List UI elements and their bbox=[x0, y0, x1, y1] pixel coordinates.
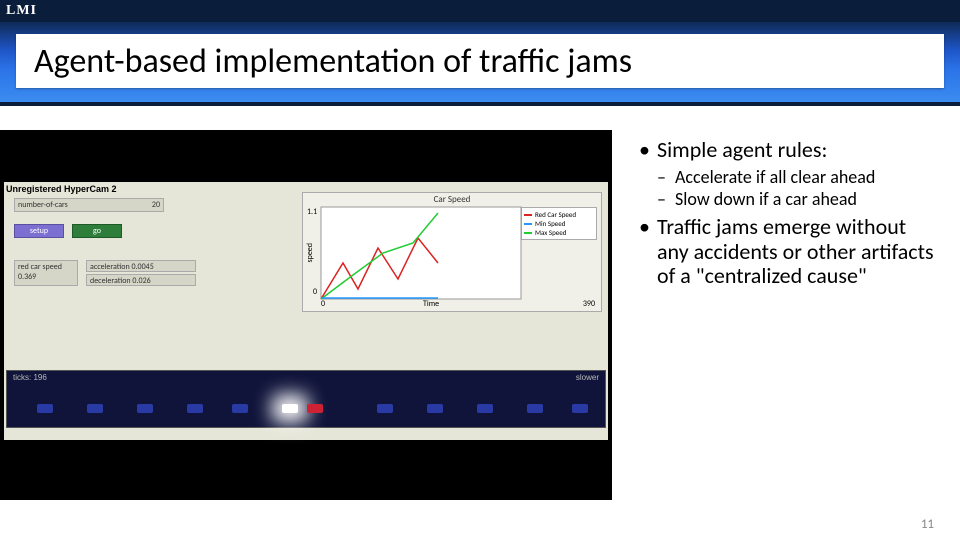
ticks-label: ticks: 196 bbox=[13, 373, 47, 382]
car-icon bbox=[427, 404, 443, 413]
car-icon bbox=[307, 404, 323, 413]
red-speed-value: 0.369 bbox=[18, 272, 74, 282]
num-cars-slider[interactable]: number-of-cars 20 bbox=[14, 198, 164, 212]
watermark-label: Unregistered HyperCam 2 bbox=[6, 184, 117, 194]
setup-button[interactable]: setup bbox=[14, 224, 64, 238]
bullet-item: Simple agent rules: Accelerate if all cl… bbox=[637, 138, 936, 209]
go-button[interactable]: go bbox=[72, 224, 122, 238]
slower-label: slower bbox=[576, 373, 599, 382]
bullet-text: Traffic jams emerge without any accident… bbox=[657, 213, 934, 289]
brand-label: LMI bbox=[6, 3, 37, 19]
car-icon bbox=[572, 404, 588, 413]
sub-item: Slow down if a car ahead bbox=[657, 189, 936, 209]
body-area: Unregistered HyperCam 2 number-of-cars 2… bbox=[0, 130, 960, 540]
red-speed-monitor: red car speed 0.369 bbox=[14, 260, 78, 286]
car-icon bbox=[477, 404, 493, 413]
brand-bar: LMI bbox=[0, 0, 960, 22]
slide-title: Agent-based implementation of traffic ja… bbox=[34, 41, 632, 82]
media-column: Unregistered HyperCam 2 number-of-cars 2… bbox=[0, 130, 615, 540]
car-icon bbox=[282, 404, 298, 413]
car-speed-chart: Car Speed Red Car Speed Min Speed Max Sp… bbox=[302, 192, 602, 312]
bullet-list: Simple agent rules: Accelerate if all cl… bbox=[637, 138, 936, 289]
car-icon bbox=[87, 404, 103, 413]
title-inset: Agent-based implementation of traffic ja… bbox=[16, 34, 944, 88]
traffic-road-strip: ticks: 196 slower bbox=[6, 370, 606, 428]
bullet-item: Traffic jams emerge without any accident… bbox=[637, 215, 936, 289]
media-frame: Unregistered HyperCam 2 number-of-cars 2… bbox=[0, 130, 612, 500]
deceleration-slider[interactable]: deceleration 0.026 bbox=[86, 274, 196, 286]
num-cars-label: number-of-cars bbox=[18, 200, 68, 210]
acceleration-slider[interactable]: acceleration 0.0045 bbox=[86, 260, 196, 272]
car-icon bbox=[137, 404, 153, 413]
chart-svg bbox=[303, 193, 603, 313]
car-icon bbox=[377, 404, 393, 413]
sub-item: Accelerate if all clear ahead bbox=[657, 167, 936, 187]
car-icon bbox=[527, 404, 543, 413]
num-cars-value: 20 bbox=[152, 200, 160, 210]
page-number: 11 bbox=[921, 517, 934, 532]
red-speed-label: red car speed bbox=[18, 262, 74, 272]
title-band: Agent-based implementation of traffic ja… bbox=[0, 22, 960, 106]
bullet-text: Simple agent rules: bbox=[657, 136, 827, 163]
car-icon bbox=[232, 404, 248, 413]
car-icon bbox=[37, 404, 53, 413]
sub-list: Accelerate if all clear ahead Slow down … bbox=[657, 167, 936, 209]
text-column: Simple agent rules: Accelerate if all cl… bbox=[615, 130, 960, 540]
car-icon bbox=[187, 404, 203, 413]
